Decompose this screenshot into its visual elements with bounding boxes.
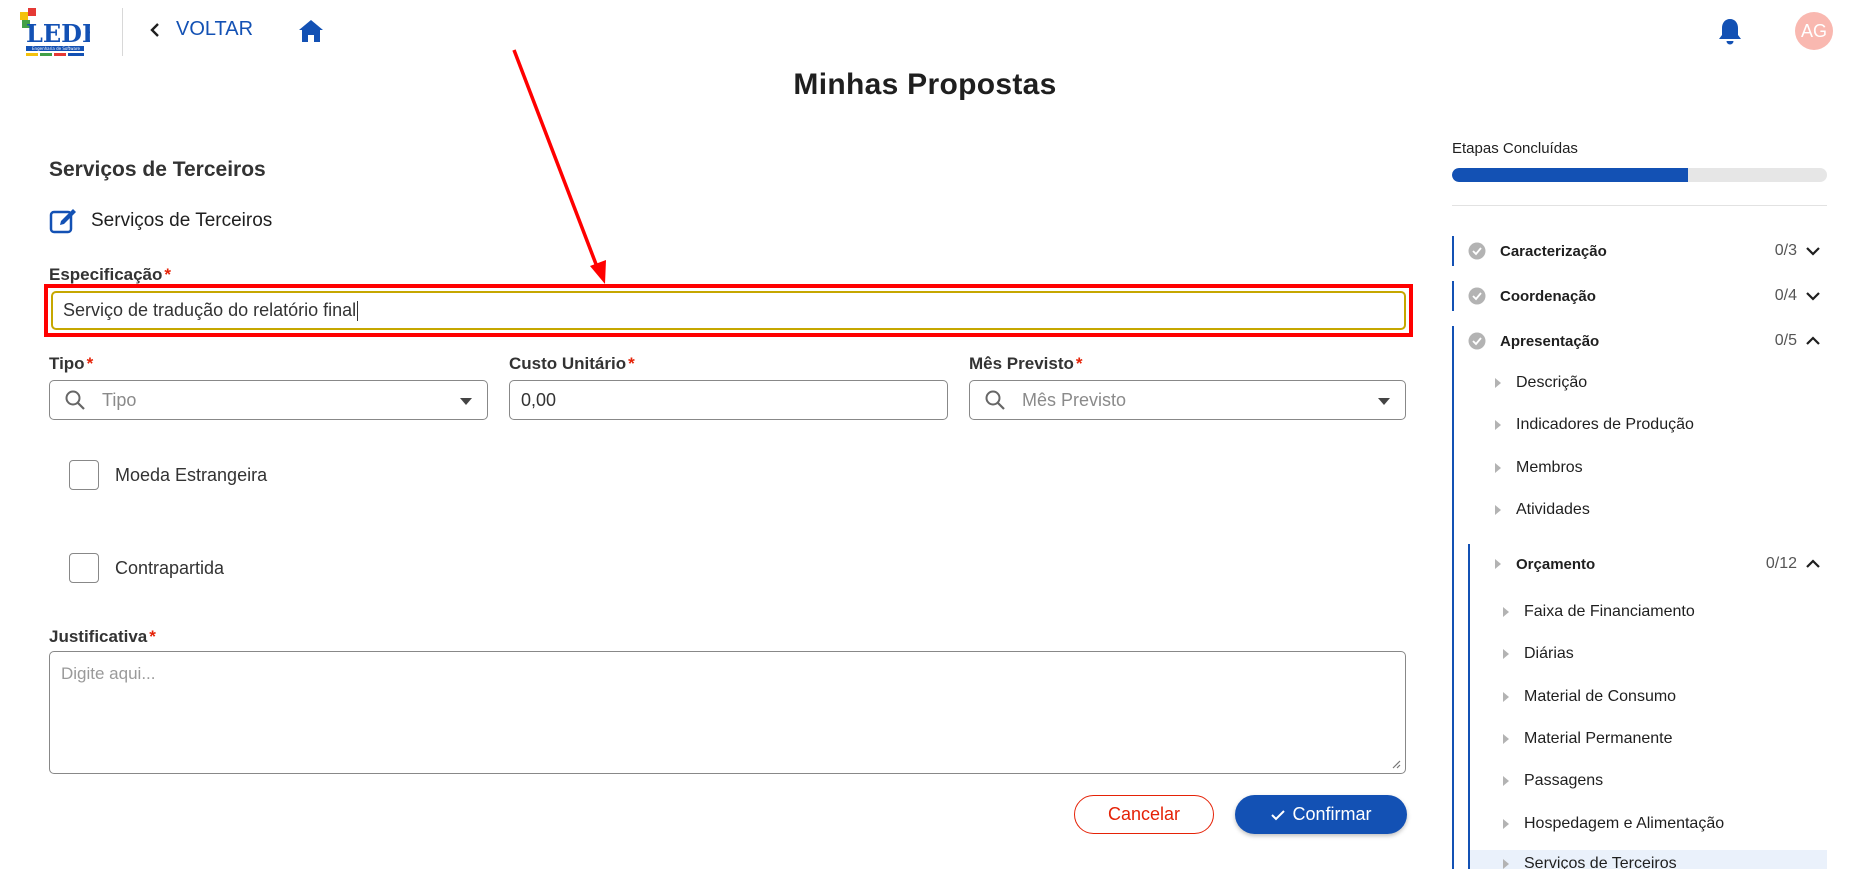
edit-icon <box>49 209 76 234</box>
tipo-select[interactable]: Tipo <box>49 380 488 420</box>
caret-right-icon <box>1503 859 1509 869</box>
progress-label: Etapas Concluídas <box>1452 140 1578 157</box>
mes-previsto-select[interactable]: Mês Previsto <box>969 380 1406 420</box>
custo-unitario-label: Custo Unitário * <box>509 354 635 373</box>
tipo-label: Tipo * <box>49 354 94 373</box>
sidebar-item-material-consumo[interactable]: Material de Consumo <box>1502 688 1676 706</box>
step-caracterizacao[interactable]: Caracterização 0/3 <box>1452 236 1827 266</box>
justificativa-label: Justificativa * <box>49 627 156 646</box>
resize-grip-icon[interactable] <box>1391 759 1401 769</box>
caret-down-icon <box>1378 398 1390 405</box>
chevron-up-icon <box>1806 559 1820 568</box>
step-apresentacao[interactable]: Apresentação 0/5 <box>1452 326 1827 356</box>
caret-right-icon <box>1503 734 1509 744</box>
top-bar: LEDES Engenharia de Software VOLTAR AG <box>0 0 1850 62</box>
custo-unitario-input[interactable]: 0,00 <box>509 380 948 420</box>
caret-down-icon <box>460 398 472 405</box>
svg-text:LEDES: LEDES <box>26 19 90 48</box>
caret-right-icon <box>1503 649 1509 659</box>
avatar[interactable]: AG <box>1795 12 1833 50</box>
ledes-logo[interactable]: LEDES Engenharia de Software <box>18 6 118 62</box>
caret-right-icon <box>1495 559 1501 569</box>
sidebar-item-hospedagem[interactable]: Hospedagem e Alimentação <box>1502 815 1724 833</box>
chevron-up-icon <box>1806 336 1820 345</box>
caret-right-icon <box>1495 463 1501 473</box>
svg-text:Engenharia de Software: Engenharia de Software <box>32 46 81 51</box>
sidebar-item-membros[interactable]: Membros <box>1494 459 1583 477</box>
search-icon <box>65 390 85 410</box>
moeda-estrangeira-checkbox[interactable] <box>69 460 99 490</box>
caret-right-icon <box>1503 692 1509 702</box>
subsection-title: Serviços de Terceiros <box>91 210 273 231</box>
section-title: Serviços de Terceiros <box>49 158 266 181</box>
sidebar-item-material-permanente[interactable]: Material Permanente <box>1502 730 1673 748</box>
justificativa-textarea[interactable]: Digite aqui... <box>49 651 1406 774</box>
sidebar-item-diarias[interactable]: Diárias <box>1502 645 1574 663</box>
sidebar-item-passagens[interactable]: Passagens <box>1502 772 1603 790</box>
contrapartida-row: Contrapartida <box>69 553 224 583</box>
sidebar-item-servicos-terceiros[interactable]: Serviços de Terceiros <box>1502 855 1677 869</box>
caret-right-icon <box>1495 505 1501 515</box>
back-label: VOLTAR <box>176 18 254 40</box>
caret-right-icon <box>1495 420 1501 430</box>
especificacao-label: Especificação * <box>49 265 172 284</box>
page-title: Minhas Propostas <box>793 68 1057 101</box>
header-divider <box>122 8 123 56</box>
check-circle-icon <box>1468 287 1486 305</box>
sidebar-item-orcamento[interactable]: Orçamento 0/12 <box>1470 550 1827 578</box>
chevron-down-icon <box>1806 292 1820 301</box>
back-button[interactable]: VOLTAR <box>148 18 253 41</box>
sidebar-item-descricao[interactable]: Descrição <box>1494 374 1587 392</box>
confirm-button[interactable]: Confirmar <box>1235 795 1407 834</box>
progress-bar <box>1452 168 1827 182</box>
chevron-down-icon <box>1806 247 1820 256</box>
check-icon <box>1271 809 1286 820</box>
search-icon <box>985 390 1005 410</box>
check-circle-icon <box>1468 242 1486 260</box>
especificacao-input[interactable]: Serviço de tradução do relatório final <box>51 291 1406 330</box>
moeda-estrangeira-label: Moeda Estrangeira <box>115 464 268 485</box>
apresentacao-indicator <box>1452 326 1454 869</box>
sidebar-item-faixa-financiamento[interactable]: Faixa de Financiamento <box>1502 603 1695 621</box>
caret-right-icon <box>1503 776 1509 786</box>
orcamento-indicator <box>1468 544 1470 869</box>
caret-right-icon <box>1503 607 1509 617</box>
caret-right-icon <box>1495 378 1501 388</box>
contrapartida-checkbox[interactable] <box>69 553 99 583</box>
step-coordenacao[interactable]: Coordenação 0/4 <box>1452 281 1827 311</box>
sidebar-item-indicadores[interactable]: Indicadores de Produção <box>1494 416 1694 434</box>
chevron-left-icon <box>150 22 159 37</box>
check-circle-icon <box>1468 332 1486 350</box>
moeda-estrangeira-row: Moeda Estrangeira <box>69 460 267 490</box>
subsection-header: Serviços de Terceiros <box>49 206 272 236</box>
caret-right-icon <box>1503 819 1509 829</box>
sidebar-item-atividades[interactable]: Atividades <box>1494 501 1590 519</box>
cancel-button[interactable]: Cancelar <box>1074 795 1214 834</box>
contrapartida-label: Contrapartida <box>115 557 225 578</box>
mes-previsto-label: Mês Previsto * <box>969 354 1083 373</box>
text-cursor <box>357 300 359 321</box>
bell-icon[interactable] <box>1716 16 1744 46</box>
home-icon[interactable] <box>296 16 326 46</box>
panel-divider <box>1452 205 1827 206</box>
progress-bar-fill <box>1452 168 1689 182</box>
